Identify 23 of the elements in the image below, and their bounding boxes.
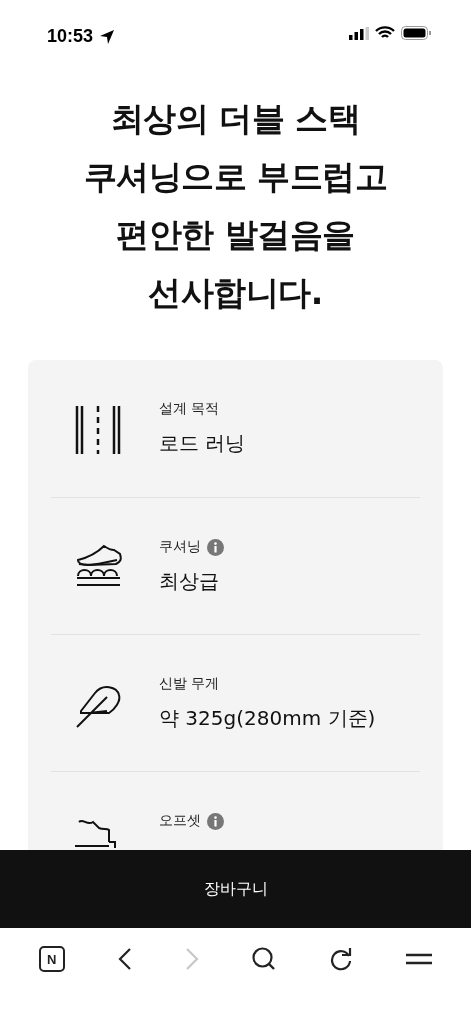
battery-icon <box>401 26 431 40</box>
cushioned-shoe-icon <box>75 544 123 588</box>
menu-icon <box>406 953 433 965</box>
forward-icon <box>184 947 199 971</box>
location-arrow-icon <box>99 28 116 45</box>
spec-value: 약 325g(280mm 기준) <box>159 705 376 732</box>
road-lanes-icon <box>75 406 121 456</box>
back-icon <box>117 947 132 971</box>
reload-icon <box>329 947 354 971</box>
headline: 최상의 더블 스택 쿠셔닝으로 부드럽고 편안한 발걸음을 선사합니다. <box>82 98 389 314</box>
spec-value: 로드 러닝 <box>159 430 246 457</box>
cart-button[interactable]: 장바구니 <box>0 850 471 928</box>
spec-label: 설계 목적 <box>159 400 220 418</box>
signal-icon <box>349 26 369 40</box>
spec-label: 쿠셔닝 <box>159 538 201 556</box>
search-icon <box>252 947 277 971</box>
info-icon[interactable] <box>207 538 224 556</box>
info-icon[interactable] <box>207 812 224 830</box>
spec-label: 오프셋 <box>159 812 201 830</box>
status-time: 10:53 <box>47 26 94 47</box>
spec-label: 신발 무게 <box>159 675 220 693</box>
wifi-icon <box>375 26 395 40</box>
spec-value: 최상급 <box>159 568 220 595</box>
